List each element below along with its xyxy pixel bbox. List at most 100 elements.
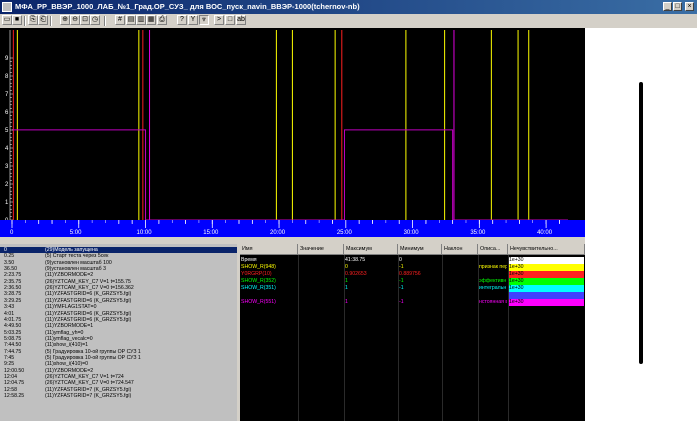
signal-cell[interactable] — [443, 271, 477, 278]
save-icon[interactable]: ■ — [12, 15, 22, 25]
column-header[interactable]: Имя — [240, 244, 298, 255]
event-log[interactable]: 0 (29)Модель запущена 0.25 (5) Старт теста … — [0, 244, 237, 421]
y-tick-label: 2 — [5, 182, 9, 188]
signal-cell[interactable] — [479, 271, 507, 278]
clock-icon[interactable]: ◷ — [90, 15, 100, 25]
signal-cell[interactable]: нстоянная в — [479, 299, 507, 306]
x-tick-label: 35:00 — [470, 230, 486, 236]
text-icon[interactable]: ab — [236, 15, 246, 25]
signal-cell[interactable] — [479, 292, 507, 299]
event-log-row[interactable]: 12:58.25 (11)YZFASTGRID=7 (K_GRZSY5.fgi) — [0, 393, 237, 399]
signal-cell[interactable]: 1 — [345, 299, 397, 306]
trend-chart[interactable]: 987654321005:0010:0015:0020:0025:0030:00… — [0, 28, 585, 237]
column-header[interactable]: Минимум — [398, 244, 442, 255]
signal-cell[interactable]: 0.889756 — [399, 271, 441, 278]
signal-cell[interactable]: Y0RGRP(10) — [241, 271, 297, 278]
window-title: МФА_РР_ВВЭР_1000_ЛАБ_№1_Град.ОР_СУЗ_ для… — [15, 2, 360, 11]
y-tick-label: 7 — [5, 92, 9, 98]
signal-cell[interactable]: 0.902653 — [345, 271, 397, 278]
signal-cell[interactable]: SHOW_R(551) — [241, 299, 297, 306]
signal-cell[interactable] — [443, 257, 477, 264]
signal-cell[interactable]: Время — [241, 257, 297, 264]
column-header[interactable]: Максимум — [344, 244, 398, 255]
maximize-button[interactable]: □ — [673, 2, 682, 11]
signal-cell[interactable]: 1 — [345, 278, 397, 285]
signal-cell[interactable]: 41:38.75 — [345, 257, 397, 264]
x-tick-label: 30:00 — [404, 230, 420, 236]
signal-cell[interactable]: 1 — [345, 285, 397, 292]
signal-cell[interactable]: SHOW_R(948) — [241, 264, 297, 271]
x-tick-label: 15:00 — [203, 230, 219, 236]
signal-cell[interactable] — [299, 292, 343, 299]
signal-cell[interactable] — [443, 299, 477, 306]
column-header[interactable]: Значение — [298, 244, 344, 255]
signal-cell[interactable] — [241, 292, 297, 299]
table-icon[interactable]: ▦ — [146, 15, 156, 25]
copy-icon[interactable]: ⎘ — [28, 15, 38, 25]
signal-cell[interactable] — [299, 257, 343, 264]
forward-icon[interactable]: > — [214, 15, 224, 25]
stop-icon[interactable]: □ — [225, 15, 235, 25]
signal-cell[interactable]: SHOW_R(352) — [241, 278, 297, 285]
signal-cell[interactable] — [299, 271, 343, 278]
signal-cell[interactable] — [479, 257, 507, 264]
close-button[interactable]: × — [685, 2, 694, 11]
signal-cell[interactable] — [299, 278, 343, 285]
signal-cell[interactable]: 1e+30 — [509, 264, 584, 271]
y-tick-label: 5 — [5, 128, 9, 134]
zoom-fit-icon[interactable]: ⊡ — [80, 15, 90, 25]
signal-cell[interactable]: 1e+30 — [509, 278, 584, 285]
column-header[interactable]: Нечувствительно... — [508, 244, 585, 255]
column-header[interactable]: Описа... — [478, 244, 508, 255]
signal-cell[interactable]: 1e+30 — [509, 299, 584, 306]
paste-icon[interactable]: ⎗ — [38, 15, 48, 25]
signal-cell[interactable] — [345, 292, 397, 299]
signal-cell[interactable]: интегральн — [479, 285, 507, 292]
title-bar[interactable]: МФА_РР_ВВЭР_1000_ЛАБ_№1_Град.ОР_СУЗ_ для… — [0, 0, 697, 14]
zoom-in-icon[interactable]: ⊕ — [60, 15, 70, 25]
signal-cell[interactable]: 1e+30 — [509, 271, 584, 278]
minimize-button[interactable]: _ — [663, 2, 672, 11]
help-icon[interactable]: ? — [177, 15, 187, 25]
vertical-scroll-indicator[interactable] — [639, 82, 643, 364]
wave-down-icon[interactable]: ⩔ — [199, 15, 209, 25]
signal-cell[interactable]: -1 — [399, 278, 441, 285]
signal-cell[interactable] — [443, 264, 477, 271]
signal-cell[interactable] — [299, 299, 343, 306]
signal-cell[interactable]: 1e+30 — [509, 285, 584, 292]
signal-cell[interactable]: 0 — [399, 257, 441, 264]
signal-cell[interactable]: -1 — [399, 285, 441, 292]
folder-open-icon[interactable]: ▭ — [2, 15, 12, 25]
trend-plot[interactable]: 987654321005:0010:0015:0020:0025:0030:00… — [0, 28, 585, 237]
signal-cell[interactable]: 0 — [345, 264, 397, 271]
signal-cell[interactable] — [443, 292, 477, 299]
chart-icon[interactable]: ▤ — [126, 15, 136, 25]
signal-cell[interactable]: SHOW_R(351) — [241, 285, 297, 292]
column-header[interactable]: Наклон — [442, 244, 478, 255]
signal-cell[interactable]: -1 — [399, 264, 441, 271]
signal-table[interactable]: Имя Значение Максимум Минимум Наклон Описа...… — [240, 244, 585, 421]
signal-cell[interactable]: 1e+30 — [509, 257, 584, 264]
signal-cell[interactable] — [299, 285, 343, 292]
x-tick-label: 10:00 — [137, 230, 153, 236]
signal-cell[interactable] — [399, 292, 441, 299]
y-tick-label: 6 — [5, 110, 9, 116]
signal-cell[interactable]: эффективн — [479, 278, 507, 285]
signal-cell[interactable] — [443, 285, 477, 292]
series-line — [12, 129, 568, 221]
app-window: МФА_РР_ВВЭР_1000_ЛАБ_№1_Град.ОР_СУЗ_ для… — [0, 0, 697, 421]
zoom-out-icon[interactable]: ⊖ — [70, 15, 80, 25]
signal-cell[interactable] — [443, 278, 477, 285]
chart-color-icon[interactable]: ▥ — [136, 15, 146, 25]
x-tick-label: 40:00 — [537, 230, 553, 236]
print-icon[interactable]: ⎙ — [157, 15, 167, 25]
event-time: 12:58.25 — [4, 393, 25, 400]
toolbar: ▭ ■ ⎘ ⎗ ⊕ ⊖ ⊡ ◷ # ▤ ▥ ▦ ⎙ ? Y ⩔ > □ ab — [0, 14, 697, 29]
signal-cell[interactable]: признак пер — [479, 264, 507, 271]
grid-icon[interactable]: # — [115, 15, 125, 25]
app-icon[interactable] — [2, 2, 12, 12]
signal-cell[interactable] — [299, 264, 343, 271]
signal-icon[interactable]: Y — [188, 15, 198, 25]
signal-cell[interactable] — [509, 292, 584, 299]
signal-cell[interactable]: -1 — [399, 299, 441, 306]
